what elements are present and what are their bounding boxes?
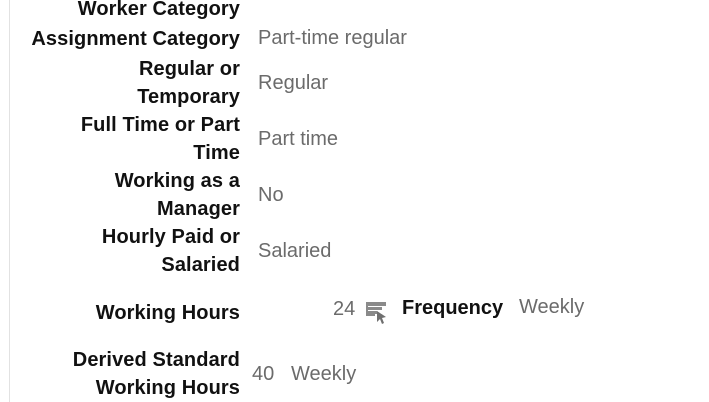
regular-or-temporary-value: Regular <box>258 72 329 94</box>
working-as-manager-label: Working as a Manager <box>20 167 240 223</box>
derived-standard-working-hours-value: 40 <box>252 363 275 385</box>
derived-standard-working-hours-label-line1: Derived Standard <box>72 349 240 371</box>
full-time-or-part-time-value: Part time <box>258 128 339 150</box>
regular-or-temporary-label: Regular or Temporary <box>20 55 240 111</box>
derived-standard-working-hours-label: Derived Standard Working Hours <box>20 346 240 402</box>
panel-left-border <box>9 0 10 402</box>
hourly-paid-or-salaried-label-line2: Salaried <box>161 254 240 276</box>
full-time-or-part-time-label: Full Time or Part Time <box>20 111 240 167</box>
working-as-manager-value: No <box>258 184 284 206</box>
working-as-manager-label-line2: Manager <box>157 198 240 220</box>
hourly-paid-or-salaried-label: Hourly Paid or Salaried <box>20 223 240 279</box>
frequency-label: Frequency <box>402 297 504 319</box>
full-time-or-part-time-label-line2: Time <box>193 142 240 164</box>
assignment-category-label: Assignment Category <box>31 28 240 50</box>
worker-category-label: Worker Category <box>77 0 240 20</box>
derived-standard-working-hours-frequency: Weekly <box>291 363 357 385</box>
hourly-paid-or-salaried-label-line1: Hourly Paid or <box>101 226 240 248</box>
regular-or-temporary-label-line2: Temporary <box>137 86 240 108</box>
assignment-category-value: Part-time regular <box>258 27 407 49</box>
working-as-manager-label-line1: Working as a <box>114 170 240 192</box>
working-hours-value: 24 <box>333 298 356 320</box>
regular-or-temporary-label-line1: Regular or <box>138 58 240 80</box>
frequency-value: Weekly <box>519 296 585 318</box>
derived-standard-working-hours-label-line2: Working Hours <box>95 377 240 399</box>
hourly-paid-or-salaried-value: Salaried <box>258 240 332 262</box>
schedule-lookup-icon[interactable] <box>364 299 390 325</box>
working-hours-label: Working Hours <box>95 302 240 324</box>
full-time-or-part-time-label-line1: Full Time or Part <box>80 114 240 136</box>
